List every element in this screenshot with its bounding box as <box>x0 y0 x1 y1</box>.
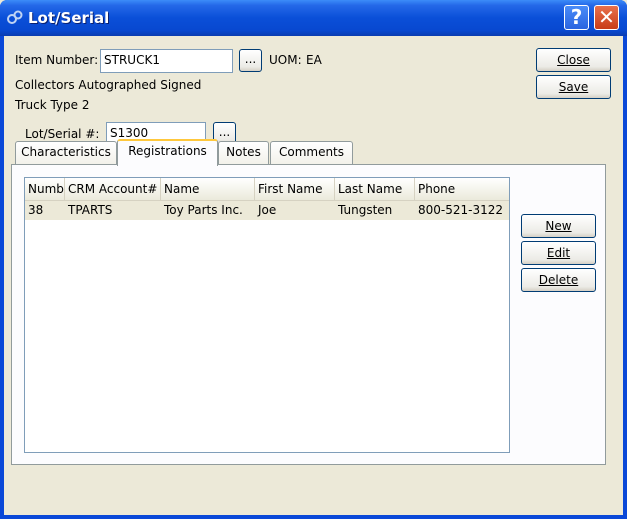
ellipsis-icon: ... <box>218 125 231 139</box>
uom-label: UOM: <box>269 53 302 67</box>
window-close-button[interactable]: ✕ <box>594 5 619 30</box>
item-number-label: Item Number: <box>15 53 99 67</box>
window-title: Lot/Serial <box>28 9 110 27</box>
tab-registrations[interactable]: Registrations <box>117 139 218 166</box>
cell-first-name: Joe <box>258 203 277 217</box>
delete-button[interactable]: Delete <box>521 268 596 292</box>
save-button-label: Save <box>558 80 589 94</box>
column-header-phone[interactable]: Phone <box>415 178 509 201</box>
cell-crm-account: TPARTS <box>68 203 113 217</box>
cell-number: 38 <box>28 203 44 217</box>
new-button-label: New <box>545 219 572 233</box>
ellipsis-icon: ... <box>244 52 257 66</box>
tab-characteristics[interactable]: Characteristics <box>15 141 117 164</box>
save-button[interactable]: Save <box>536 75 611 99</box>
table-header: Numb CRM Account# Name First Name Last N… <box>25 178 509 201</box>
cell-last-name: Tungsten <box>338 203 393 217</box>
item-number-lookup-button[interactable]: ... <box>239 49 262 72</box>
delete-button-label: Delete <box>538 273 579 287</box>
registrations-table[interactable]: Numb CRM Account# Name First Name Last N… <box>24 177 510 453</box>
column-header-last-name[interactable]: Last Name <box>335 178 415 201</box>
help-icon: ? <box>570 5 583 29</box>
close-button[interactable]: Close <box>536 48 611 72</box>
title-bar[interactable]: Lot/Serial ? ✕ <box>0 0 627 36</box>
new-button[interactable]: New <box>521 214 596 238</box>
edit-button-label: Edit <box>546 246 571 260</box>
cell-name: Toy Parts Inc. <box>164 203 243 217</box>
uom-value: EA <box>306 53 322 67</box>
tab-notes[interactable]: Notes <box>218 141 269 164</box>
tab-comments[interactable]: Comments <box>270 141 353 164</box>
column-header-number[interactable]: Numb <box>25 178 65 201</box>
item-description-2: Truck Type 2 <box>15 98 90 112</box>
column-header-first-name[interactable]: First Name <box>255 178 335 201</box>
table-row[interactable]: 38 TPARTS Toy Parts Inc. Joe Tungsten 80… <box>25 201 509 220</box>
item-number-input[interactable]: STRUCK1 <box>100 49 233 73</box>
cell-phone: 800-521-3122 <box>418 203 504 217</box>
item-description-1: Collectors Autographed Signed <box>15 78 202 92</box>
window-frame-bottom <box>0 515 627 519</box>
column-header-name[interactable]: Name <box>161 178 255 201</box>
column-header-crm-account[interactable]: CRM Account# <box>65 178 161 201</box>
lot-serial-label: Lot/Serial #: <box>25 127 100 141</box>
close-button-label: Close <box>557 53 590 67</box>
edit-button[interactable]: Edit <box>521 241 596 265</box>
help-button[interactable]: ? <box>564 5 589 30</box>
app-icon <box>7 10 23 24</box>
close-icon: ✕ <box>598 5 615 29</box>
